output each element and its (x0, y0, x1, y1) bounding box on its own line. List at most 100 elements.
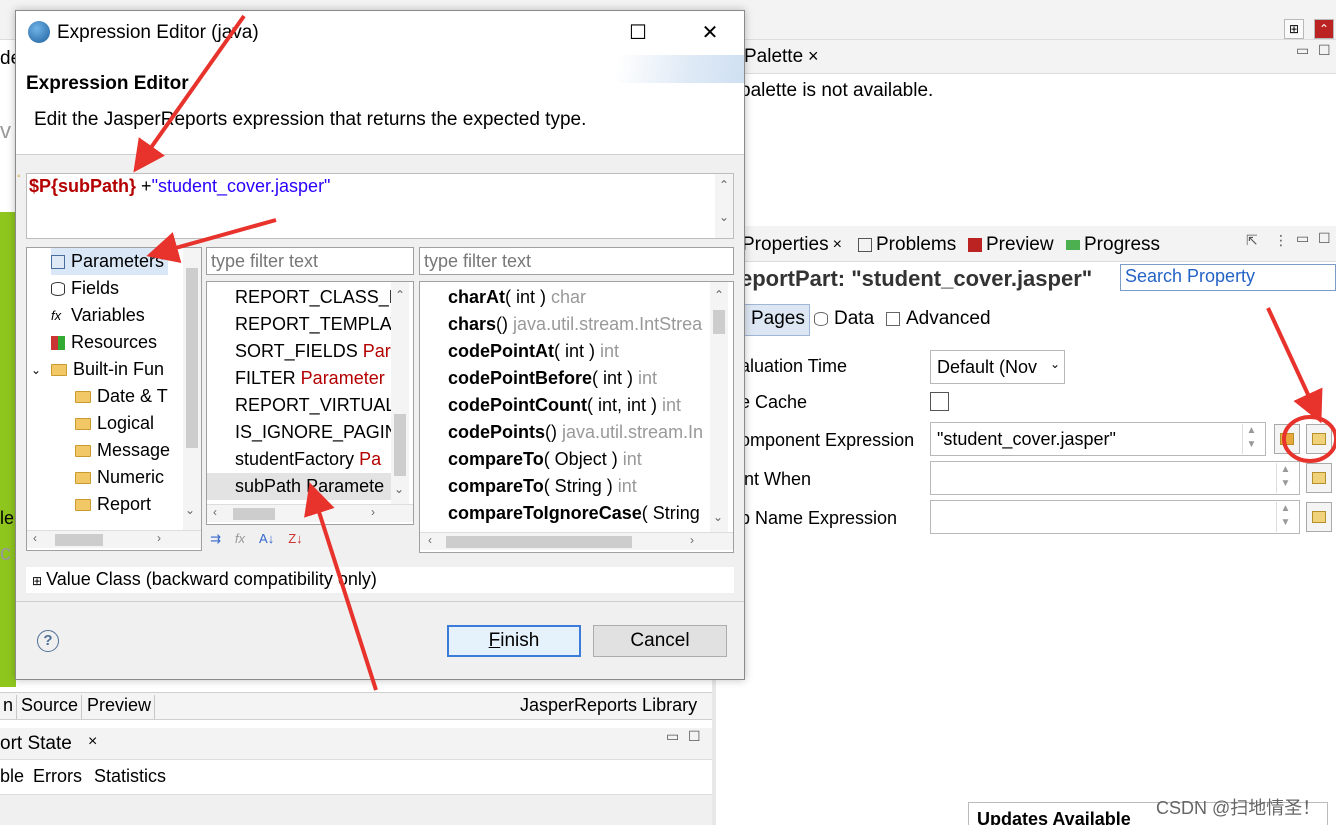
vertical-scrollbar[interactable]: ⌃ ⌄ (391, 282, 409, 504)
close-icon[interactable]: × (808, 46, 819, 67)
sort-desc-icon[interactable]: Z↓ (288, 531, 302, 547)
scroll-thumb[interactable] (186, 268, 198, 448)
tree-item-parameters[interactable]: Parameters (51, 248, 169, 275)
tree-item-fields[interactable]: Fields (51, 275, 119, 302)
method-item[interactable]: codePointCount( int, int ) int (420, 392, 710, 419)
vertical-scrollbar[interactable]: ⌄ (183, 248, 201, 530)
list-item[interactable]: studentFactory Pa (207, 446, 391, 473)
minimize-icon[interactable]: ▭ (666, 728, 679, 745)
scroll-up-icon[interactable]: ⌃ (710, 288, 728, 302)
tree-item-variables[interactable]: fx Variables (51, 302, 145, 329)
tab-report-state[interactable]: ort State (0, 733, 72, 755)
method-item[interactable]: codePointBefore( int ) int (420, 365, 710, 392)
evaluation-time-select[interactable]: Default (Nov ⌄ (930, 350, 1065, 384)
report-state-statistics[interactable]: Statistics (94, 766, 166, 787)
insert-icon[interactable]: ⇉ (210, 531, 221, 547)
minimize-icon[interactable]: ▭ (1296, 230, 1309, 247)
scroll-thumb[interactable] (446, 536, 632, 548)
close-icon[interactable]: × (88, 733, 97, 751)
method-item[interactable]: charAt( int ) char (420, 284, 710, 311)
list-item[interactable]: REPORT_CLASS_LO (207, 284, 391, 311)
tree-item-date-time[interactable]: Date & T (75, 383, 168, 410)
subtab-advanced[interactable]: Advanced (886, 308, 991, 330)
close-icon[interactable]: × (833, 236, 842, 254)
list-item[interactable]: REPORT_TEMPLAT (207, 311, 391, 338)
open-icon[interactable]: ⇱ (1246, 232, 1258, 249)
scroll-right-icon[interactable]: › (157, 531, 161, 545)
vertical-scrollbar[interactable]: ⌃ ⌄ (710, 282, 728, 532)
subtab-data[interactable]: Data (814, 308, 874, 330)
tab-problems[interactable]: Problems (858, 234, 956, 256)
list-item[interactable]: SORT_FIELDS Para (207, 338, 391, 365)
report-perspective-icon[interactable]: ⌃ (1314, 19, 1334, 39)
method-item[interactable]: compareTo( Object ) int (420, 446, 710, 473)
tab-design[interactable]: n (0, 695, 18, 719)
spinner-icon[interactable]: ▲ ▼ (1276, 463, 1294, 493)
vertical-scrollbar[interactable]: ⌃ ⌄ (715, 174, 733, 238)
parameters-list[interactable]: REPORT_CLASS_LO REPORT_TEMPLAT SORT_FIEL… (206, 281, 414, 525)
dialog-titlebar[interactable]: Expression Editor (java) ☐ ✕ (16, 11, 744, 55)
scroll-left-icon[interactable]: ‹ (33, 531, 37, 545)
cancel-button[interactable]: Cancel (593, 625, 727, 657)
scroll-right-icon[interactable]: › (371, 505, 375, 519)
scroll-up-icon[interactable]: ⌃ (391, 288, 409, 302)
tab-preview[interactable]: Preview (84, 695, 156, 719)
print-when-field[interactable] (930, 461, 1300, 495)
search-property-input[interactable]: Search Property (1120, 264, 1336, 291)
tree-item-resources[interactable]: Resources (51, 329, 157, 356)
use-cache-checkbox[interactable] (930, 392, 949, 411)
params-filter-input[interactable]: type filter text (206, 247, 414, 275)
edit-expression-button[interactable] (1306, 424, 1332, 454)
sub-name-expression-field[interactable] (930, 500, 1300, 534)
tab-source[interactable]: Source (18, 695, 83, 719)
horizontal-scrollbar[interactable]: ‹ › (420, 532, 733, 550)
scroll-down-icon[interactable]: ⌄ (713, 510, 723, 524)
category-tree[interactable]: Parameters Fields fx Variables Resources … (26, 247, 202, 551)
value-class-section[interactable]: ⊞ Value Class (backward compatibility onl… (26, 567, 734, 593)
methods-filter-input[interactable]: type filter text (419, 247, 734, 275)
scroll-thumb[interactable] (233, 508, 275, 520)
scroll-left-icon[interactable]: ‹ (213, 505, 217, 519)
list-item[interactable]: REPORT_VIRTUAL (207, 392, 391, 419)
report-state-errors[interactable]: Errors (33, 766, 82, 787)
finish-button[interactable]: Finish (447, 625, 581, 657)
scroll-thumb[interactable] (55, 534, 103, 546)
tab-progress[interactable]: Progress (1066, 234, 1160, 256)
list-item[interactable]: IS_IGNORE_PAGIN (207, 419, 391, 446)
minimize-icon[interactable]: ▭ (1296, 42, 1309, 59)
method-item[interactable]: chars() java.util.stream.IntStrea (420, 311, 710, 338)
component-expression-field[interactable]: "student_cover.jasper" (930, 422, 1266, 456)
tab-properties[interactable]: Properties × (742, 234, 842, 256)
scroll-down-icon[interactable]: ⌄ (715, 210, 733, 224)
horizontal-scrollbar[interactable]: ‹ › (207, 504, 413, 522)
view-menu-icon[interactable]: ⋮ (1274, 232, 1288, 249)
maximize-icon[interactable]: ☐ (688, 728, 701, 745)
expression-textarea[interactable]: $P{subPath} +"student_cover.jasper" ⌃ ⌄ (26, 173, 734, 239)
tab-preview[interactable]: Preview (968, 234, 1054, 256)
method-item[interactable]: compareToIgnoreCase( String (420, 500, 710, 527)
close-icon[interactable]: ✕ (688, 17, 732, 49)
tree-item-report[interactable]: Report (75, 491, 151, 518)
report-state-item[interactable]: ble (0, 766, 24, 787)
scroll-down-icon[interactable]: ⌄ (185, 503, 195, 517)
perspective-icon[interactable]: ⊞ (1284, 19, 1304, 39)
tree-item-message[interactable]: Message (75, 437, 170, 464)
tree-item-logical[interactable]: Logical (75, 410, 154, 437)
horizontal-scrollbar[interactable]: ‹ › (27, 530, 201, 548)
help-button[interactable]: ? (37, 630, 59, 652)
sort-asc-icon[interactable]: A↓ (259, 531, 274, 547)
method-item[interactable]: compareTo( String ) int (420, 473, 710, 500)
tree-item-numeric[interactable]: Numeric (75, 464, 164, 491)
scroll-right-icon[interactable]: › (690, 533, 694, 547)
maximize-icon[interactable]: ☐ (616, 17, 660, 49)
expand-icon[interactable]: ⊞ (32, 574, 42, 588)
method-item[interactable]: codePointAt( int ) int (420, 338, 710, 365)
spinner-icon[interactable]: ▲ ▼ (1276, 502, 1294, 532)
spinner-icon[interactable]: ▲ ▼ (1242, 424, 1260, 454)
scroll-left-icon[interactable]: ‹ (428, 533, 432, 547)
function-icon[interactable]: fx (235, 531, 245, 547)
chevron-down-icon[interactable]: ⌄ (31, 363, 45, 377)
maximize-icon[interactable]: ☐ (1318, 42, 1331, 59)
list-item[interactable]: FILTER Parameter (207, 365, 391, 392)
list-item-selected[interactable]: subPath Paramete (207, 473, 391, 500)
